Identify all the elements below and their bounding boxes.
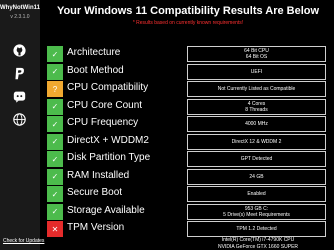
status-pass-icon: ✓ bbox=[47, 186, 63, 202]
gpu-name: NVIDIA GeForce GTX 1660 SUPER bbox=[217, 244, 299, 250]
status-pass-icon: ✓ bbox=[47, 98, 63, 115]
check-label: CPU Frequency bbox=[67, 117, 139, 128]
check-label: Architecture bbox=[67, 47, 121, 58]
check-value: 953 GB C: 5 Drive(s) Meet Requirements bbox=[187, 203, 326, 220]
check-label: CPU Core Count bbox=[67, 99, 143, 111]
check-value: UEFI bbox=[187, 63, 326, 80]
requirements-note: * Results based on currently known requi… bbox=[132, 20, 244, 26]
check-label: DirectX + WDDM2 bbox=[67, 134, 149, 146]
status-fail-icon: ✕ bbox=[47, 221, 63, 237]
check-label: RAM Installed bbox=[67, 169, 130, 181]
app-title: WhyNotWin11 bbox=[0, 5, 40, 11]
github-icon[interactable] bbox=[12, 43, 27, 58]
discord-icon[interactable] bbox=[12, 89, 27, 104]
result-row: ✓ Architecture 64 Bit CPU 64 Bit OS bbox=[47, 46, 328, 62]
result-row: ✓ CPU Core Count 4 Cores 8 Threads bbox=[47, 98, 328, 115]
check-label: Storage Available bbox=[67, 204, 145, 216]
check-value: GPT Detected bbox=[187, 151, 326, 167]
result-row: ✓ CPU Frequency 4000 MHz bbox=[47, 116, 328, 132]
check-value-line: TPM 1.2 Detected bbox=[236, 226, 277, 232]
result-row: ✓ Storage Available 953 GB C: 5 Drive(s) Me… bbox=[47, 203, 328, 220]
status-pass-icon: ✓ bbox=[47, 63, 63, 80]
status-warn-icon: ? bbox=[47, 81, 63, 97]
check-value: Enabled bbox=[187, 186, 326, 202]
result-row: ✓ DirectX + WDDM2 DirectX 12 & WDDM 2 bbox=[47, 133, 328, 150]
check-value: 4 Cores 8 Threads bbox=[187, 98, 326, 115]
status-pass-icon: ✓ bbox=[47, 203, 63, 220]
check-value-line: Not Currently Listed as Compatible bbox=[217, 86, 296, 92]
status-pass-icon: ✓ bbox=[47, 116, 63, 132]
status-pass-icon: ✓ bbox=[47, 168, 63, 185]
check-value: DirectX 12 & WDDM 2 bbox=[187, 133, 326, 150]
check-value: 24 GB bbox=[187, 168, 326, 185]
cpu-name: Intel(R) Core(TM) i7-4790K CPU bbox=[221, 237, 295, 243]
status-pass-icon: ✓ bbox=[47, 151, 63, 167]
check-updates-link[interactable]: Check for Updates bbox=[3, 238, 44, 244]
result-row: ✓ Secure Boot Enabled bbox=[47, 186, 328, 202]
check-label: TPM Version bbox=[67, 222, 125, 233]
check-value-line: 4000 MHz bbox=[245, 121, 268, 127]
check-label: Boot Method bbox=[67, 64, 124, 76]
check-value-line: UEFI bbox=[250, 68, 263, 75]
check-value-line: DirectX 12 & WDDM 2 bbox=[231, 138, 282, 145]
check-value-line: Enabled bbox=[247, 191, 266, 197]
check-value-line: 8 Threads bbox=[245, 106, 268, 113]
check-label: Disk Partition Type bbox=[67, 152, 151, 163]
check-label: Secure Boot bbox=[67, 187, 123, 198]
result-row: ✓ Boot Method UEFI bbox=[47, 63, 328, 80]
check-value: Not Currently Listed as Compatible bbox=[187, 81, 326, 97]
result-row: ? CPU Compatibility Not Currently Listed a… bbox=[47, 81, 328, 97]
check-value-line: GPT Detected bbox=[240, 156, 273, 162]
check-value: 4000 MHz bbox=[187, 116, 326, 132]
sidebar: WhyNotWin11 v 2.3.1.0 Check for Updates bbox=[0, 0, 44, 250]
check-value-line: 5 Drive(s) Meet Requirements bbox=[223, 211, 290, 218]
result-row: ✓ Disk Partition Type GPT Detected bbox=[47, 151, 328, 167]
check-label: CPU Compatibility bbox=[67, 82, 149, 93]
check-value: 64 Bit CPU 64 Bit OS bbox=[187, 46, 326, 62]
paypal-icon[interactable] bbox=[12, 66, 27, 81]
web-icon[interactable] bbox=[12, 112, 27, 127]
check-value-line: 64 Bit OS bbox=[245, 54, 268, 60]
check-value: TPM 1.2 Detected bbox=[187, 221, 326, 237]
status-pass-icon: ✓ bbox=[47, 46, 63, 62]
check-value-line: 24 GB bbox=[249, 173, 264, 180]
status-pass-icon: ✓ bbox=[47, 133, 63, 150]
app-version: v 2.3.1.0 bbox=[10, 14, 30, 20]
result-row: ✕ TPM Version TPM 1.2 Detected bbox=[47, 221, 328, 237]
page-title: Your Windows 11 Compatibility Results Ar… bbox=[56, 5, 320, 17]
result-row: ✓ RAM Installed 24 GB bbox=[47, 168, 328, 185]
